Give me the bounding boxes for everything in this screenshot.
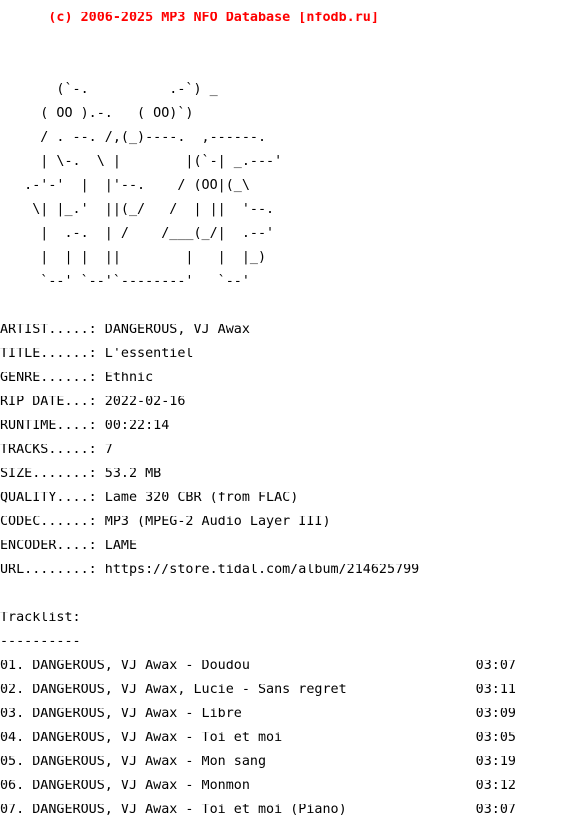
- tracklist-rule: ----------: [0, 636, 81, 648]
- info-tracks: TRACKS.....: 7: [0, 444, 113, 456]
- info-title: TITLE......: L'essentiel: [0, 348, 194, 360]
- info-rip-date: RIP DATE...: 2022-02-16: [0, 396, 186, 408]
- ascii-logo-line: / . --. /,(_)----. ,------.: [0, 130, 267, 145]
- ascii-logo-line: \| |_.' ||(_/ / | || '--.: [0, 202, 275, 217]
- track-row: 01. DANGEROUS, VJ Awax - Doudou 03:07: [0, 660, 516, 672]
- ascii-logo-line: [0, 36, 568, 48]
- nfodb-banner: (c) 2006-2025 MP3 NFO Database [nfodb.ru…: [0, 12, 379, 24]
- track-row: 05. DANGEROUS, VJ Awax - Mon sang 03:19: [0, 756, 516, 768]
- track-row: 04. DANGEROUS, VJ Awax - Toi et moi 03:0…: [0, 732, 516, 744]
- track-row: 06. DANGEROUS, VJ Awax - Monmon 03:12: [0, 780, 516, 792]
- ascii-logo-line: .-'-' | |'--. / (OO|(_\: [0, 178, 250, 193]
- ascii-logo-line: [0, 300, 568, 312]
- info-size: SIZE.......: 53.2 MB: [0, 468, 162, 480]
- info-quality: QUALITY....: Lame 320 CBR (from FLAC): [0, 492, 299, 504]
- tracklist-heading: Tracklist:: [0, 612, 81, 624]
- ascii-logo-line: | .-. | / /___(_/| .--': [0, 226, 275, 241]
- info-encoder: ENCODER....: LAME: [0, 540, 138, 552]
- track-row: 07. DANGEROUS, VJ Awax - Toi et moi (Pia…: [0, 804, 516, 816]
- track-row: 02. DANGEROUS, VJ Awax, Lucie - Sans reg…: [0, 684, 516, 696]
- info-genre: GENRE......: Ethnic: [0, 372, 154, 384]
- ascii-logo-line: | \-. \ | |(`-| _.---': [0, 154, 283, 169]
- track-row: 03. DANGEROUS, VJ Awax - Libre 03:09: [0, 708, 516, 720]
- info-artist: ARTIST.....: DANGEROUS, VJ Awax: [0, 324, 250, 336]
- ascii-logo-line: | | | || | | |_): [0, 250, 267, 265]
- info-runtime: RUNTIME....: 00:22:14: [0, 420, 170, 432]
- ascii-logo-line: (`-. .-`) _: [0, 82, 218, 97]
- ascii-logo-line: `--' `--'`--------' `--': [0, 274, 250, 289]
- nfo-document: (c) 2006-2025 MP3 NFO Database [nfodb.ru…: [0, 0, 568, 816]
- info-codec: CODEC......: MP3 (MPEG-2 Audio Layer III…: [0, 516, 331, 528]
- ascii-logo-line: ( OO ).-. ( OO)`): [0, 106, 194, 121]
- info-url: URL........: https://store.tidal.com/alb…: [0, 564, 420, 576]
- ascii-logo-line: [0, 60, 568, 72]
